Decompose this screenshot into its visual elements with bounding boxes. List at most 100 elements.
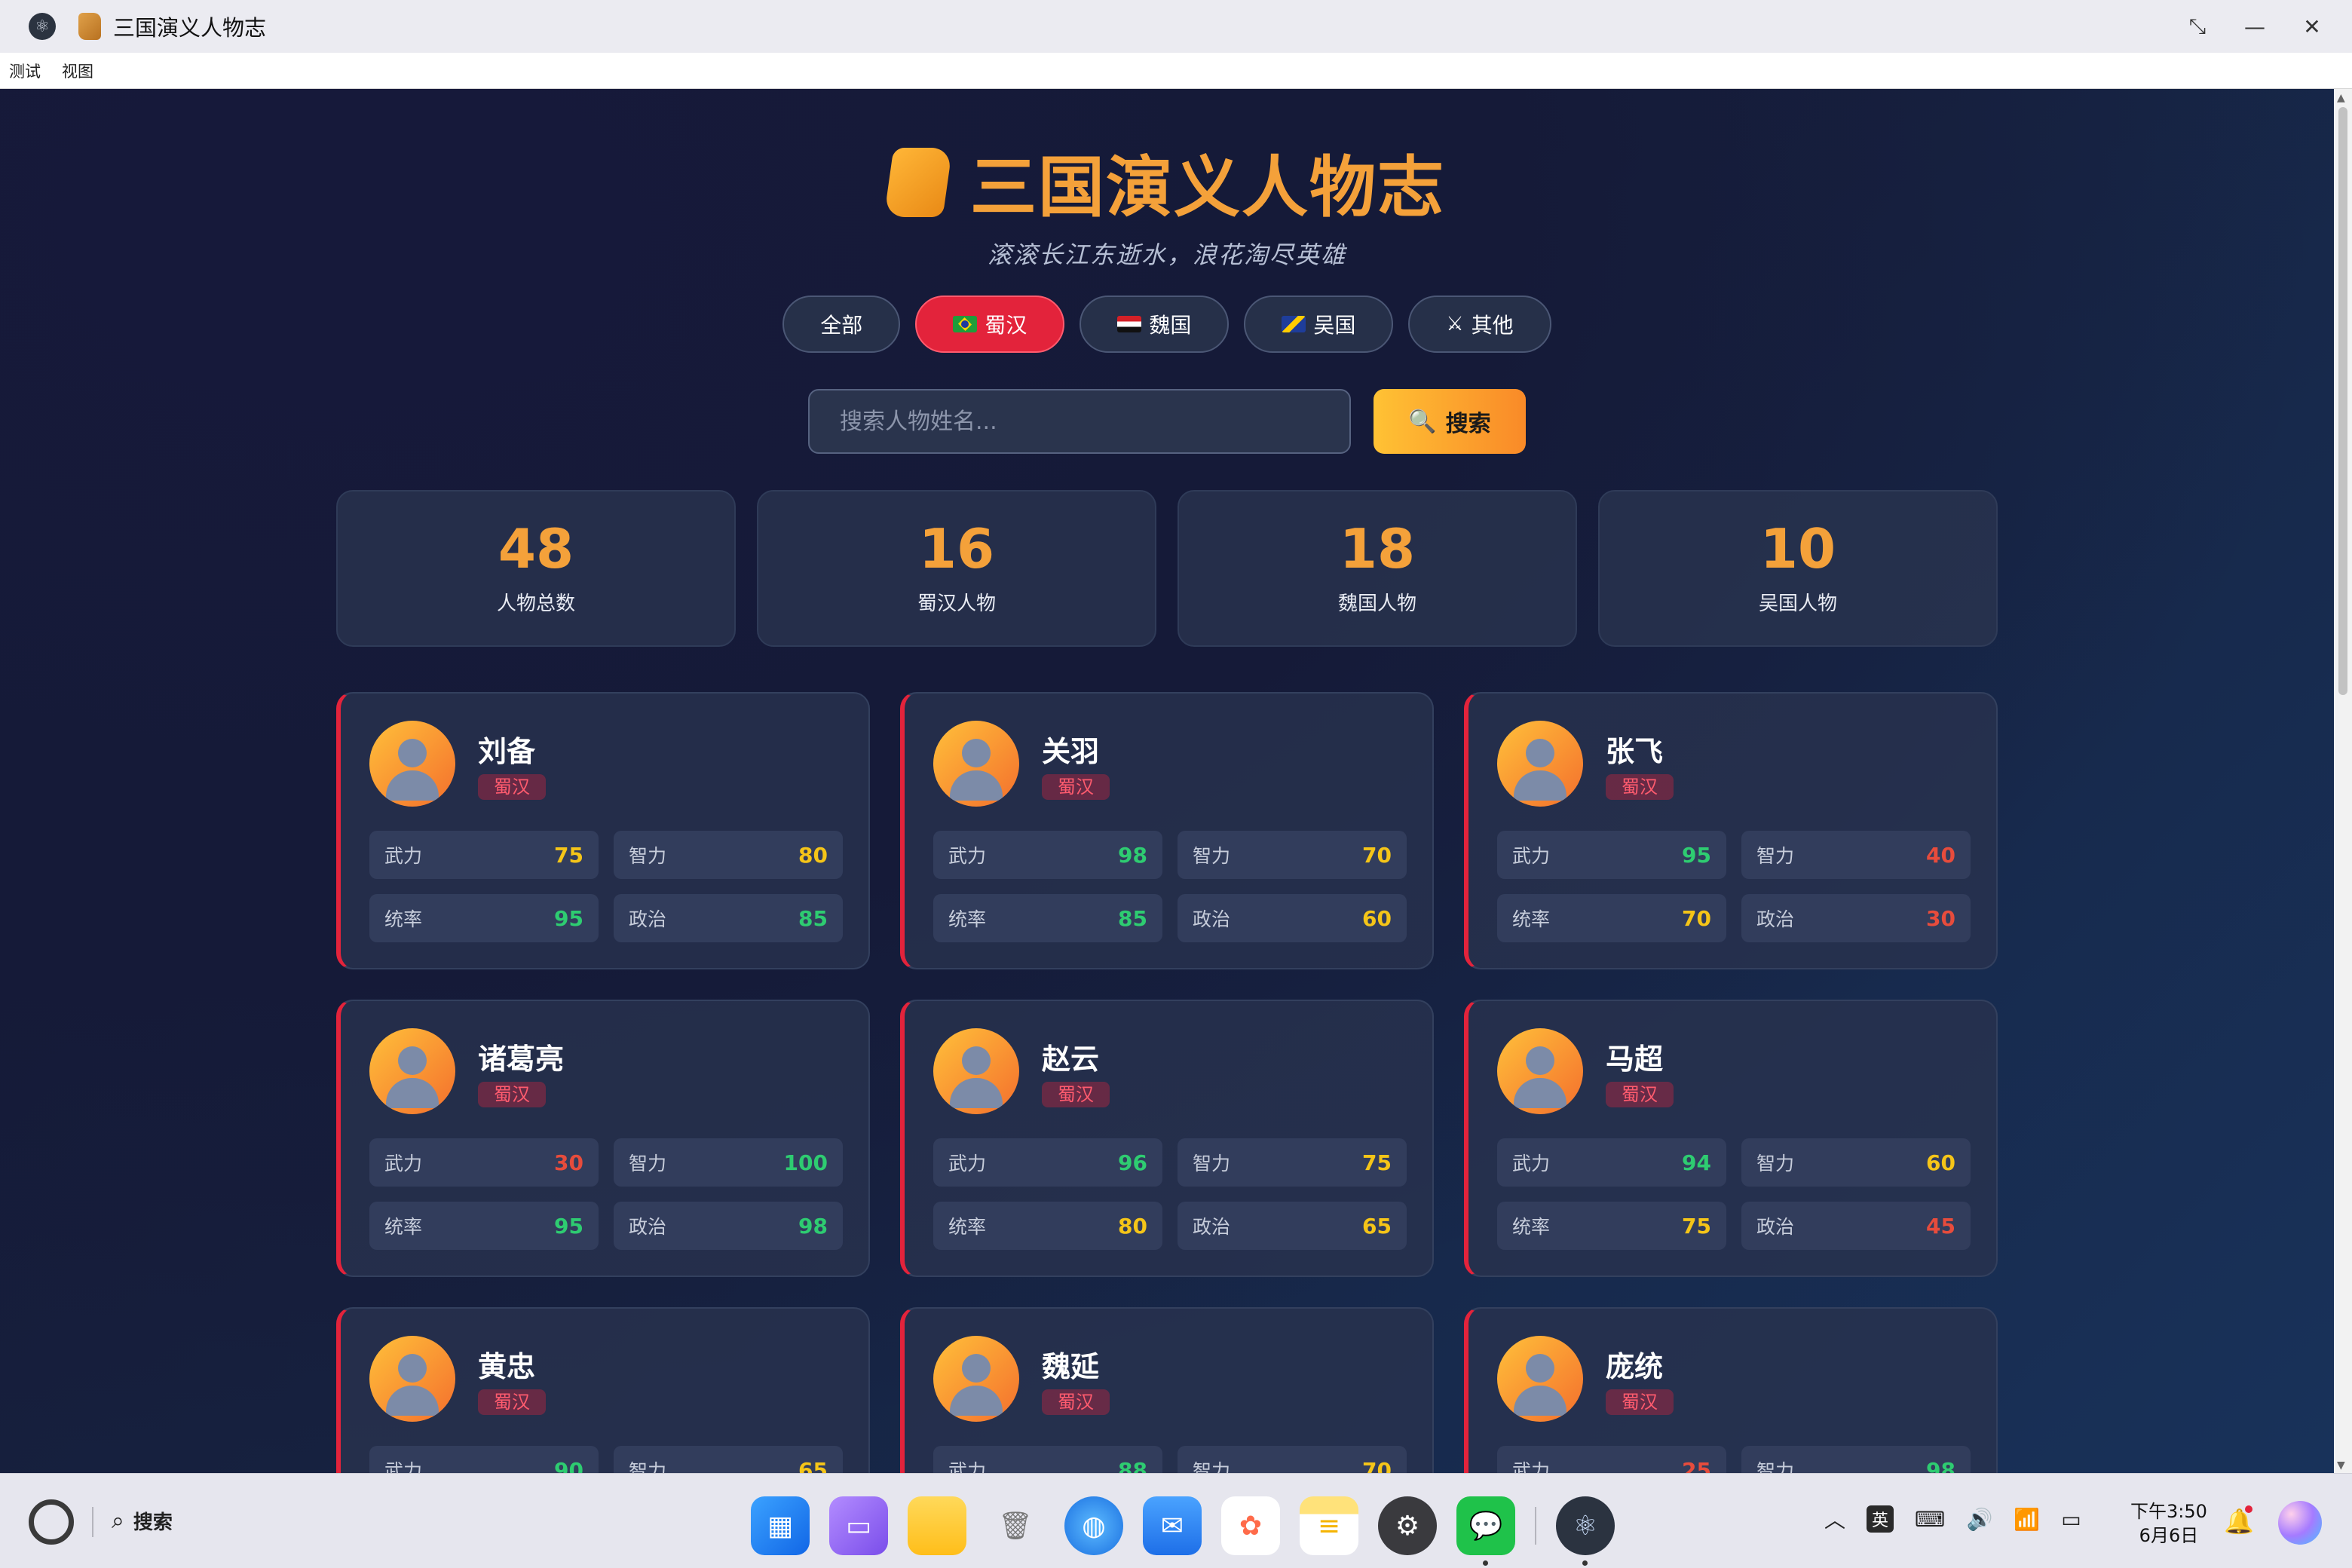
filter-other-button[interactable]: ⚔ 其他: [1408, 296, 1551, 353]
photos-icon[interactable]: ✿: [1221, 1496, 1280, 1555]
stat-pill-value: 65: [798, 1457, 828, 1474]
stat-pill-intellect: 智力 98: [1741, 1446, 1971, 1473]
character-stats: 武力 98 智力 70 统率 85 政治 60: [933, 831, 1407, 942]
wechat-icon[interactable]: 💬: [1456, 1496, 1515, 1566]
stat-pill-label: 政治: [1193, 1216, 1231, 1238]
character-stats: 武力 75 智力 80 统率 95 政治 85: [369, 831, 843, 942]
stat-pill-value: 70: [1362, 1457, 1392, 1474]
search-button[interactable]: 🔍 搜索: [1374, 389, 1526, 454]
minimize-icon[interactable]: —: [2244, 14, 2265, 39]
avatar: [933, 1336, 1019, 1422]
stat-pill-value: 75: [554, 842, 583, 868]
assistant-orb-icon[interactable]: [2278, 1501, 2322, 1545]
notification-badge: [2245, 1505, 2252, 1513]
stat-label: 人物总数: [496, 592, 575, 615]
menu-bar: 测试 视图: [0, 53, 2352, 89]
character-card[interactable]: 赵云 蜀汉 武力 96 智力 75 统率 80 政治 65: [900, 1000, 1434, 1277]
wifi-icon[interactable]: 📶: [2014, 1507, 2040, 1532]
stat-pill-politics: 政治 98: [614, 1202, 843, 1250]
close-icon[interactable]: ✕: [2302, 14, 2322, 39]
stat-pill-label: 政治: [1193, 908, 1231, 930]
character-card[interactable]: 马超 蜀汉 武力 94 智力 60 统率 75 政治 45: [1464, 1000, 1998, 1277]
electron-icon[interactable]: ⚛: [1556, 1496, 1615, 1566]
stat-pill-value: 80: [798, 842, 828, 868]
stat-pill-label: 武力: [948, 845, 987, 867]
character-name: 诸葛亮: [478, 1042, 565, 1076]
faction-badge: 蜀汉: [1606, 1081, 1674, 1107]
settings-icon[interactable]: ⚙: [1378, 1496, 1437, 1555]
filter-all-button[interactable]: 全部: [782, 296, 901, 353]
browser-icon[interactable]: ◍: [1064, 1496, 1123, 1555]
ime-indicator[interactable]: 英: [1867, 1505, 1894, 1533]
battery-icon[interactable]: ▭: [2061, 1507, 2081, 1532]
menu-item-view[interactable]: 视图: [62, 60, 93, 82]
stat-pill-value: 95: [1682, 842, 1711, 868]
stat-card-wu: 10 吴国人物: [1598, 490, 1998, 647]
stat-pill-force: 武力 88: [933, 1446, 1162, 1473]
character-card[interactable]: 关羽 蜀汉 武力 98 智力 70 统率 85 政治 60: [900, 692, 1434, 969]
stat-pill-label: 武力: [948, 1153, 987, 1174]
stat-card-wei: 18 魏国人物: [1178, 490, 1577, 647]
character-card[interactable]: 诸葛亮 蜀汉 武力 30 智力 100 统率 95 政治 98: [336, 1000, 870, 1277]
character-card[interactable]: 张飞 蜀汉 武力 95 智力 40 统率 70 政治 30: [1464, 692, 1998, 969]
scroll-up-icon[interactable]: ▲: [2337, 92, 2345, 104]
multitask-icon[interactable]: ▭: [829, 1496, 888, 1555]
filter-label: 全部: [820, 313, 863, 338]
avatar: [369, 1028, 455, 1114]
brazil-flag-icon: [953, 316, 978, 332]
folder-icon[interactable]: [908, 1496, 966, 1555]
taskbar-search-label: 搜索: [133, 1511, 173, 1534]
character-card[interactable]: 刘备 蜀汉 武力 75 智力 80 统率 95 政治 85: [336, 692, 870, 969]
faction-badge: 蜀汉: [1606, 773, 1674, 800]
filter-shu-button[interactable]: 蜀汉: [915, 296, 1065, 353]
faction-badge: 蜀汉: [478, 1389, 546, 1415]
avatar: [933, 721, 1019, 807]
stat-pill-label: 智力: [1193, 845, 1231, 867]
stat-pill-value: 90: [554, 1457, 583, 1474]
mail-icon[interactable]: ✉: [1143, 1496, 1202, 1555]
egypt-flag-icon: [1117, 316, 1142, 332]
character-card[interactable]: 黄忠 蜀汉 武力 90 智力 65 统率 政治: [336, 1307, 870, 1473]
notes-icon[interactable]: ≡: [1300, 1496, 1358, 1555]
faction-badge: 蜀汉: [1042, 773, 1110, 800]
character-card[interactable]: 庞统 蜀汉 武力 25 智力 98 统率 政治: [1464, 1307, 1998, 1473]
filter-label: 其他: [1471, 313, 1514, 338]
chevron-up-icon[interactable]: ︿: [1824, 1504, 1845, 1534]
character-name: 马超: [1606, 1042, 1664, 1076]
clock[interactable]: 下午3:50 6月6日: [2130, 1499, 2207, 1548]
stat-pill-command: 统率 95: [369, 1202, 599, 1250]
vertical-scrollbar[interactable]: ▲ ▼: [2334, 89, 2352, 1473]
filter-label: 吴国: [1313, 313, 1356, 338]
stat-pill-label: 武力: [384, 1460, 423, 1473]
start-button[interactable]: [29, 1499, 74, 1545]
trash-icon[interactable]: 🗑: [986, 1496, 1045, 1555]
keyboard-icon[interactable]: ⌨: [1915, 1507, 1945, 1532]
stat-value: 16: [918, 516, 995, 580]
filter-wei-button[interactable]: 魏国: [1080, 296, 1230, 353]
character-name: 赵云: [1042, 1042, 1100, 1076]
character-card[interactable]: 魏延 蜀汉 武力 88 智力 70 统率 政治: [900, 1307, 1434, 1473]
stat-pill-intellect: 智力 40: [1741, 831, 1971, 879]
restore-icon[interactable]: ⤡: [2188, 14, 2207, 38]
taskbar-divider: [92, 1507, 93, 1537]
app-grid-icon[interactable]: ▦: [751, 1496, 810, 1555]
scroll-icon: [884, 147, 953, 217]
faction-filter-bar: 全部 蜀汉 魏国 吴国 ⚔ 其他: [0, 296, 2334, 353]
scroll-down-icon[interactable]: ▼: [2337, 1459, 2345, 1472]
magnifier-icon: 🔍: [1408, 409, 1437, 434]
stat-label: 蜀汉人物: [917, 592, 996, 615]
search-input[interactable]: [808, 389, 1351, 454]
stat-pill-value: 30: [1926, 905, 1955, 931]
faction-badge: 蜀汉: [478, 1081, 546, 1107]
scrollbar-thumb[interactable]: [2338, 107, 2347, 695]
stat-pill-intellect: 智力 75: [1178, 1138, 1407, 1187]
taskbar-search[interactable]: ⌕ 搜索: [112, 1507, 173, 1535]
taskbar-separator: [1535, 1507, 1536, 1545]
window-title: 三国演义人物志: [113, 15, 267, 41]
volume-icon[interactable]: 🔊: [1966, 1507, 1992, 1532]
search-row: 🔍 搜索: [0, 389, 2334, 454]
menu-item-test[interactable]: 测试: [9, 60, 41, 82]
taskbar: ⌕ 搜索 ▦ ▭ 🗑 ◍ ✉ ✿ ≡ ⚙ 💬 ⚛ ︿ 英 ⌨ 🔊 📶 ▭ 下午3…: [0, 1473, 2352, 1568]
stat-pill-value: 98: [1926, 1457, 1955, 1474]
filter-wu-button[interactable]: 吴国: [1244, 296, 1394, 353]
